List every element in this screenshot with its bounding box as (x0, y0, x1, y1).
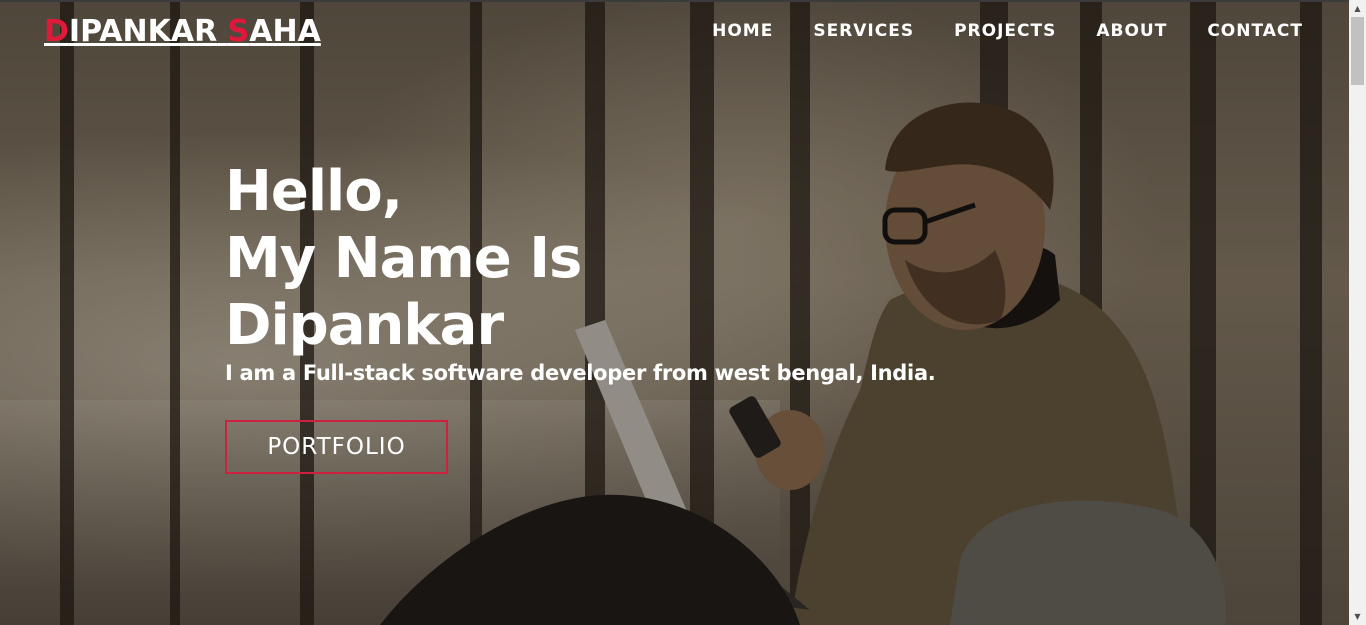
arrow-up-icon[interactable]: ▲ (1349, 0, 1366, 17)
main-nav: HOME SERVICES PROJECTS ABOUT CONTACT (712, 21, 1303, 41)
logo-last-rest: AHA (249, 14, 321, 49)
nav-projects[interactable]: PROJECTS (954, 21, 1056, 41)
logo-first-initial: D (44, 14, 69, 49)
page: DIPANKAR SAHA HOME SERVICES PROJECTS ABO… (0, 0, 1349, 625)
hero-title-line: Dipankar (225, 293, 504, 358)
nav-contact[interactable]: CONTACT (1207, 21, 1303, 41)
logo-last-initial: S (227, 14, 250, 49)
portfolio-button[interactable]: PORTFOLIO (225, 420, 448, 474)
nav-home[interactable]: HOME (712, 21, 773, 41)
logo-first-rest: IPANKAR (68, 14, 218, 49)
hero-title: Hello, My Name Is Dipankar (225, 158, 936, 359)
nav-services[interactable]: SERVICES (813, 21, 914, 41)
hero-title-line: My Name Is (225, 226, 582, 291)
hero-text: Hello, My Name Is Dipankar I am a Full-s… (225, 158, 936, 385)
hero-subtitle: I am a Full-stack software developer fro… (225, 361, 936, 385)
vertical-scrollbar[interactable]: ▲ ▼ (1349, 0, 1366, 625)
nav-about[interactable]: ABOUT (1096, 21, 1167, 41)
arrow-down-icon[interactable]: ▼ (1349, 608, 1366, 625)
hero-title-line: Hello, (225, 159, 403, 224)
site-logo[interactable]: DIPANKAR SAHA (44, 14, 321, 49)
site-header: DIPANKAR SAHA HOME SERVICES PROJECTS ABO… (0, 2, 1349, 62)
scrollbar-thumb[interactable] (1351, 17, 1364, 85)
